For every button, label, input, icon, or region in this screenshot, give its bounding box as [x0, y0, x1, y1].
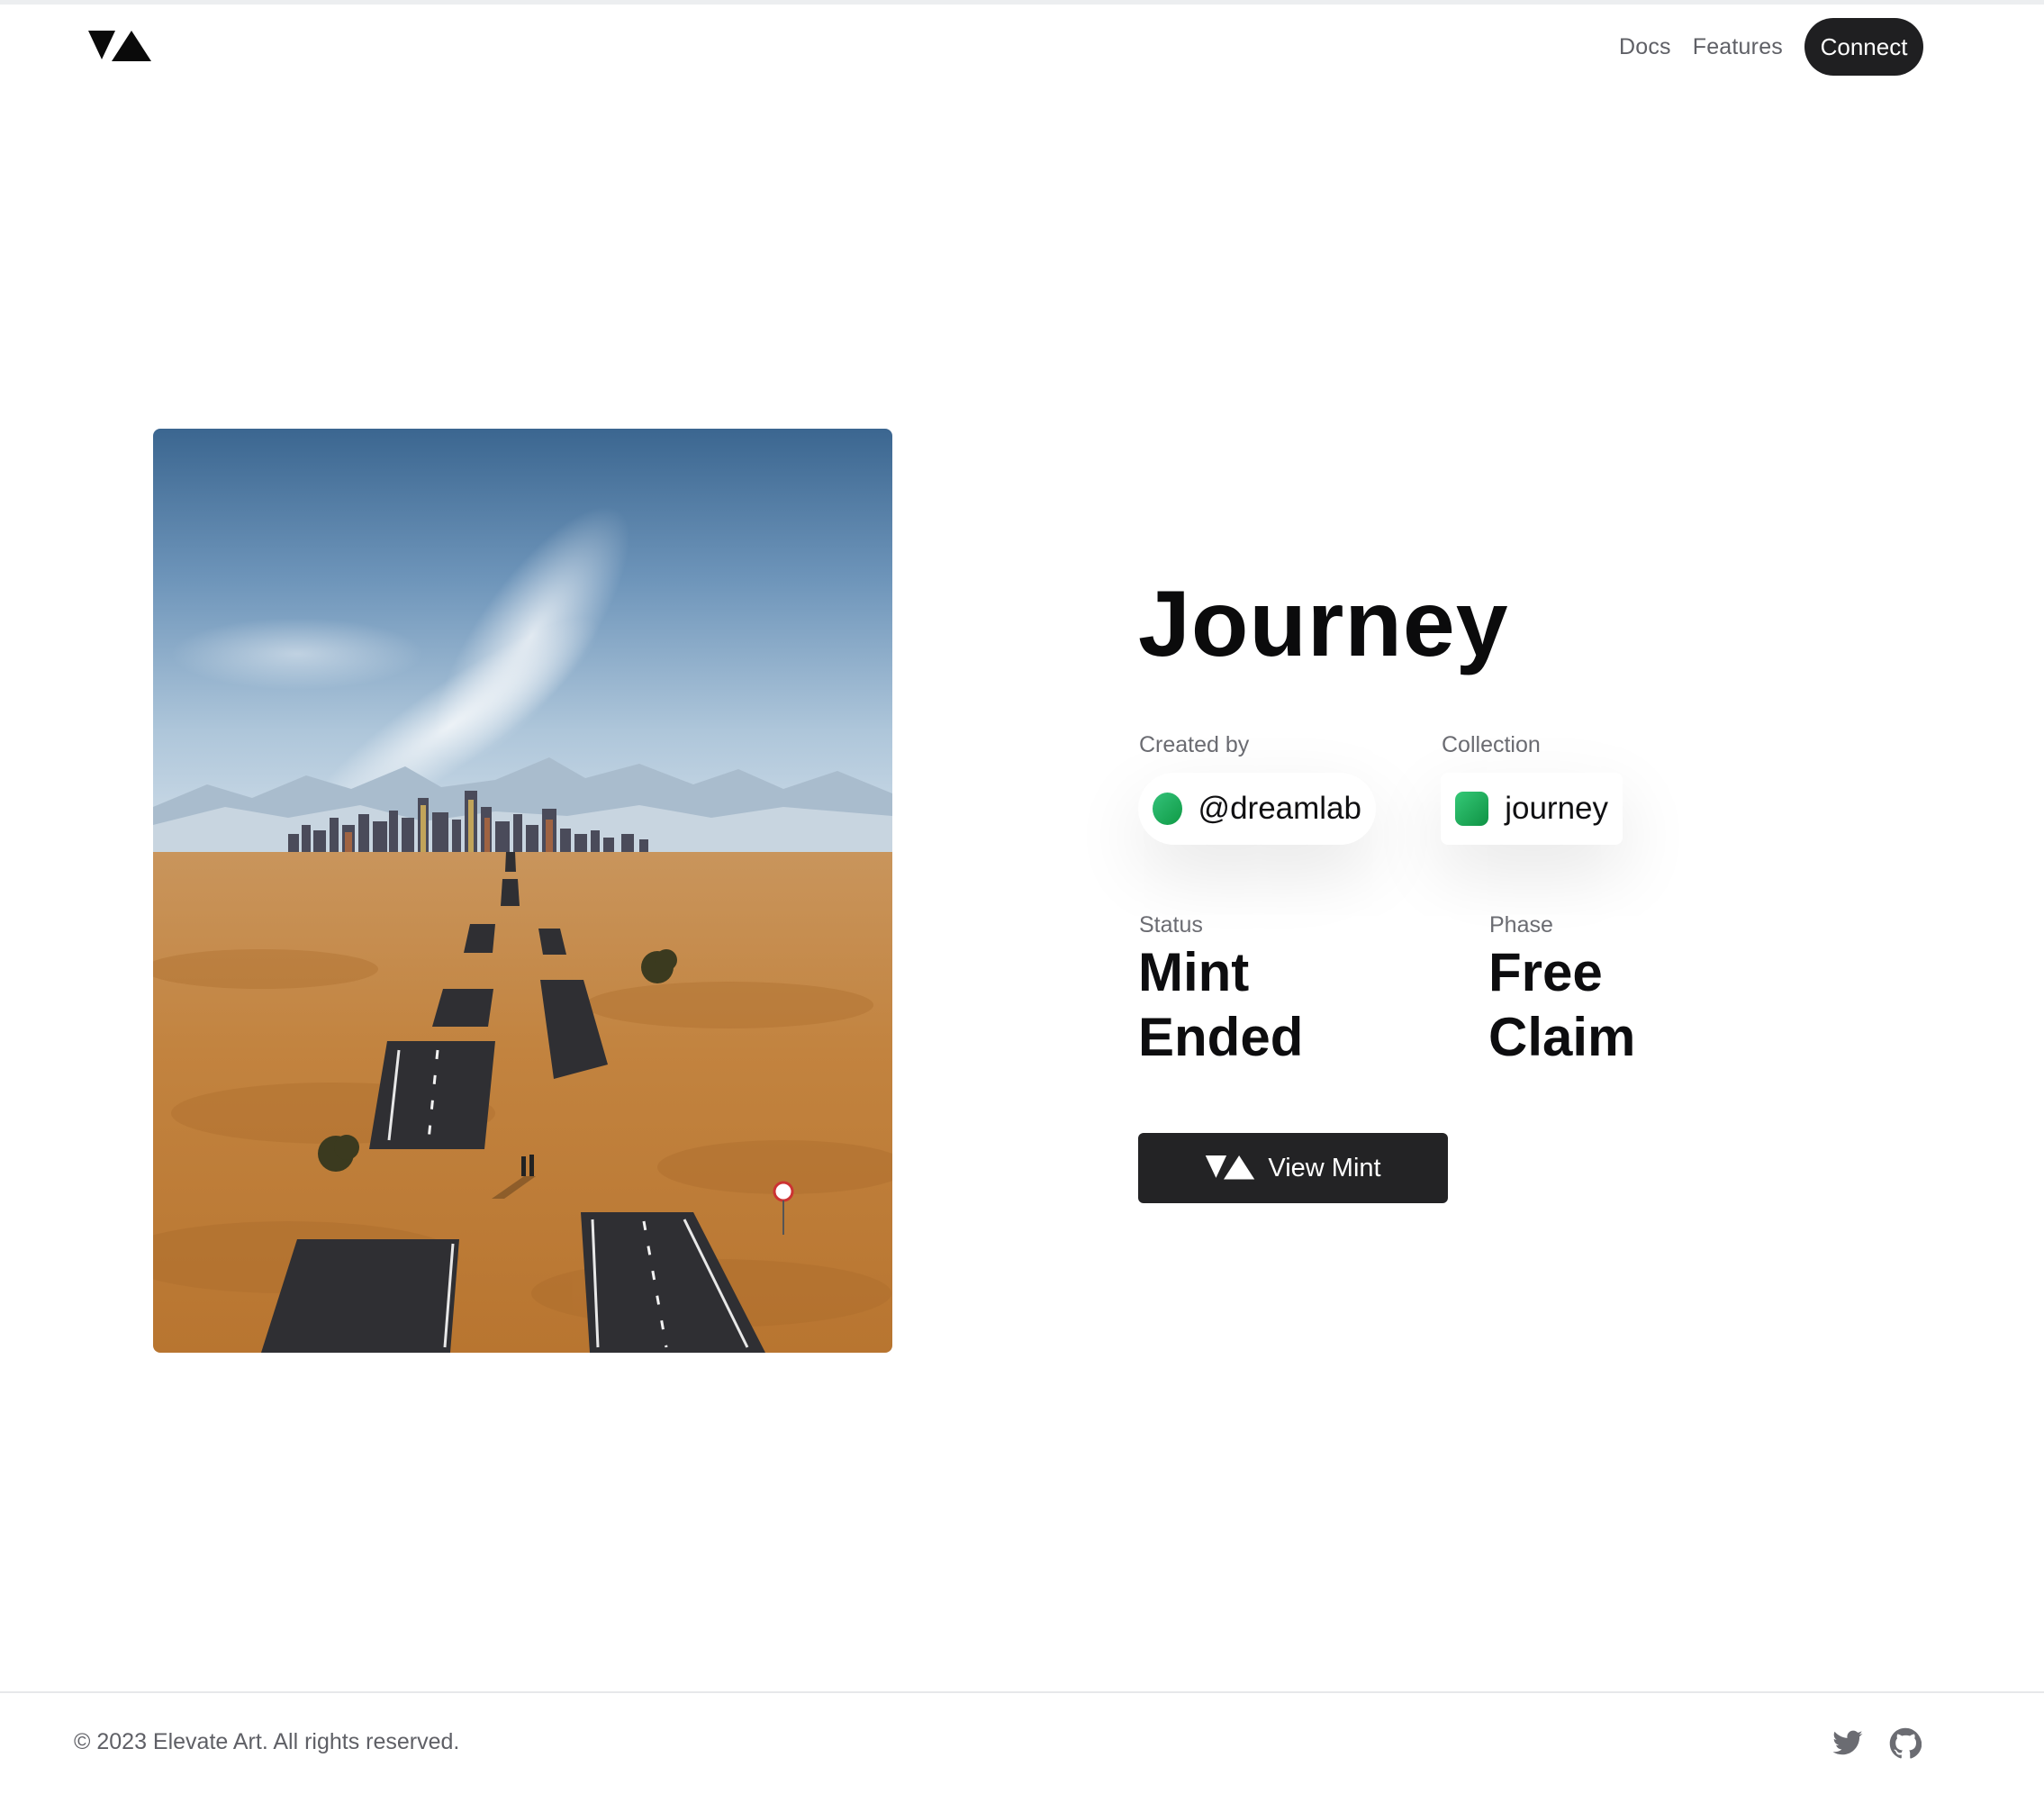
github-icon[interactable] [1889, 1727, 1922, 1760]
elevate-logo-icon [1206, 1155, 1255, 1180]
page: Docs Features Connect Journey Created by… [0, 0, 2044, 1803]
status-line-1: Mint [1138, 942, 1250, 1002]
nav-features-link[interactable]: Features [1693, 34, 1783, 60]
view-mint-label: View Mint [1268, 1153, 1381, 1182]
collection-label: Collection [1442, 732, 1541, 757]
collection-chip[interactable]: journey [1441, 773, 1623, 845]
footer-divider [0, 1691, 2044, 1693]
collection-name: journey [1505, 791, 1608, 826]
connect-button[interactable]: Connect [1804, 18, 1923, 76]
creator-avatar [1153, 793, 1182, 825]
phase-value: Free Claim [1488, 940, 1723, 1070]
copyright-text: © 2023 Elevate Art. All rights reserved. [74, 1729, 460, 1754]
created-by-label: Created by [1139, 732, 1250, 757]
phase-label: Phase [1489, 912, 1553, 938]
elevate-logo-icon[interactable] [88, 31, 151, 63]
creator-chip[interactable]: @dreamlab [1138, 773, 1376, 845]
artwork-image [153, 429, 892, 1353]
twitter-icon[interactable] [1831, 1727, 1864, 1760]
creator-name: @dreamlab [1198, 791, 1361, 826]
status-value: Mint Ended [1138, 940, 1372, 1070]
phase-line-2: Claim [1488, 1007, 1636, 1067]
collection-avatar [1455, 792, 1489, 826]
status-line-2: Ended [1138, 1007, 1304, 1067]
view-mint-button[interactable]: View Mint [1138, 1133, 1448, 1203]
status-label: Status [1139, 912, 1203, 938]
top-border [0, 0, 2044, 5]
phase-line-1: Free [1488, 942, 1603, 1002]
desert-city-road-artwork [153, 429, 892, 1353]
nav-docs-link[interactable]: Docs [1619, 34, 1671, 60]
top-nav: Docs Features Connect [1619, 18, 1923, 76]
artwork-title: Journey [1138, 572, 1509, 676]
